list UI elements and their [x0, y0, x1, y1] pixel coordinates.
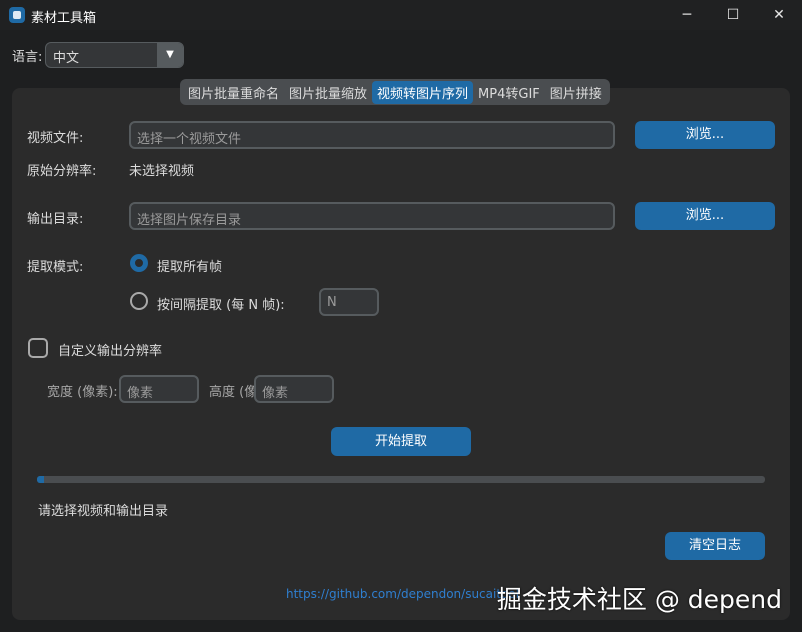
- language-value: 中文: [53, 51, 80, 66]
- tab-video-to-frames[interactable]: 视频转图片序列: [372, 80, 474, 104]
- chevron-down-icon[interactable]: ▼: [157, 43, 183, 67]
- output-dir-label: 输出目录:: [27, 212, 84, 227]
- resolution-value: 未选择视频: [129, 164, 195, 179]
- tab-batch-resize[interactable]: 图片批量缩放: [284, 81, 372, 104]
- video-file-label: 视频文件:: [27, 131, 84, 146]
- minimize-button[interactable]: ─: [664, 0, 710, 30]
- custom-resolution-checkbox[interactable]: [28, 338, 48, 358]
- maximize-button[interactable]: ☐: [710, 0, 756, 30]
- height-input[interactable]: 像素: [254, 375, 334, 403]
- app-icon: [9, 7, 25, 23]
- tab-batch-rename[interactable]: 图片批量重命名: [183, 81, 284, 104]
- resolution-label: 原始分辨率:: [27, 164, 97, 179]
- watermark-text: 掘金技术社区 @ depend: [496, 585, 782, 614]
- close-button[interactable]: ✕: [756, 0, 802, 30]
- tab-bar: 图片批量重命名 图片批量缩放 视频转图片序列 MP4转GIF 图片拼接: [180, 79, 610, 105]
- progress-bar: [37, 476, 765, 483]
- width-label: 宽度 (像素):: [47, 385, 118, 400]
- interval-input[interactable]: N: [319, 288, 379, 316]
- window-title: 素材工具箱: [31, 11, 97, 26]
- language-label: 语言:: [12, 50, 43, 65]
- height-label: 高度 (像: [209, 385, 258, 400]
- radio-all-frames[interactable]: [130, 254, 148, 272]
- radio-interval[interactable]: [130, 292, 148, 310]
- mode-label: 提取模式:: [27, 260, 84, 275]
- video-file-input[interactable]: 选择一个视频文件: [129, 121, 615, 149]
- language-select[interactable]: 中文 ▼: [45, 42, 184, 68]
- progress-fill: [37, 476, 45, 483]
- status-text: 请选择视频和输出目录: [38, 504, 169, 519]
- tab-mp4-to-gif[interactable]: MP4转GIF: [473, 81, 545, 104]
- title-bar: 素材工具箱 ─ ☐ ✕: [0, 0, 802, 30]
- start-extract-button[interactable]: 开始提取: [331, 427, 471, 456]
- github-link[interactable]: https://github.com/dependon/sucaitool: [286, 587, 519, 601]
- browse-video-button[interactable]: 浏览...: [635, 121, 775, 149]
- tab-image-stitch[interactable]: 图片拼接: [545, 81, 607, 104]
- width-input[interactable]: 像素: [119, 375, 199, 403]
- all-frames-label[interactable]: 提取所有帧: [157, 256, 222, 275]
- custom-resolution-label[interactable]: 自定义输出分辨率: [58, 340, 162, 359]
- output-dir-input[interactable]: 选择图片保存目录: [129, 202, 615, 230]
- clear-log-button[interactable]: 清空日志: [665, 532, 765, 560]
- interval-label[interactable]: 按间隔提取 (每 N 帧):: [157, 294, 285, 313]
- browse-output-button[interactable]: 浏览...: [635, 202, 775, 230]
